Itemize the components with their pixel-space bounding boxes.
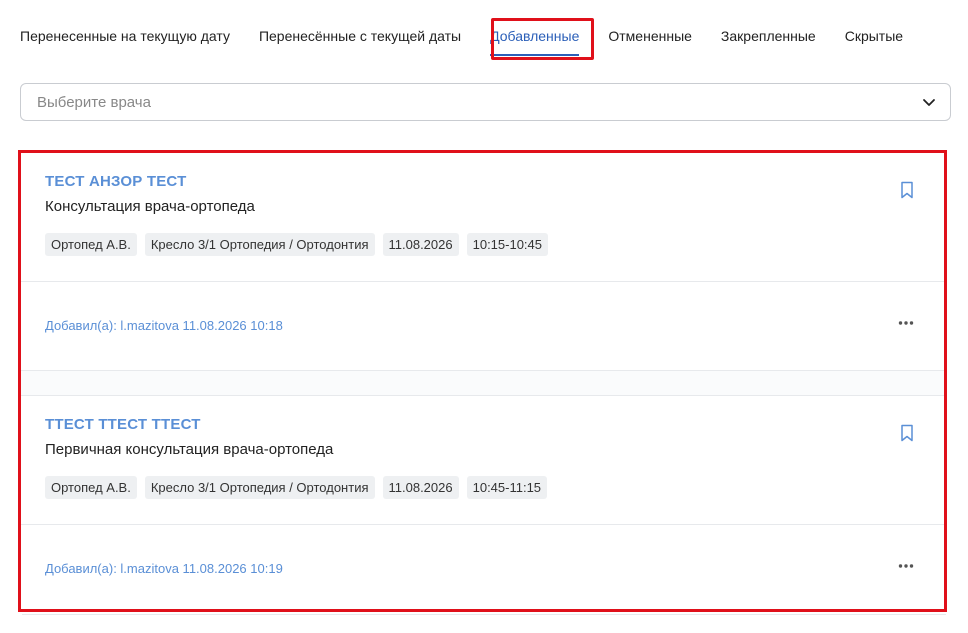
date-chip: 11.08.2026 xyxy=(382,233,459,256)
doctor-select[interactable]: Выберите врача xyxy=(20,83,951,121)
appointment-card: ТТЕСТ ТТЕСТ ТТЕСТ Первичная консультация… xyxy=(21,396,944,609)
service-name: Первичная консультация врача-ортопеда xyxy=(45,441,334,458)
added-by-text: Добавил(а): l.mazitova 11.08.2026 10:18 xyxy=(45,318,283,333)
appointments-list: ТЕСТ АНЗОР ТЕСТ Консультация врача-ортоп… xyxy=(18,150,947,612)
tab-pinned[interactable]: Закрепленные xyxy=(721,20,816,52)
patient-name[interactable]: ТТЕСТ ТТЕСТ ТТЕСТ xyxy=(45,416,201,433)
bookmark-icon[interactable] xyxy=(900,424,914,442)
tab-moved-to-today[interactable]: Перенесенные на текущую дату xyxy=(20,20,230,52)
bookmark-icon[interactable] xyxy=(900,181,914,199)
tab-hidden[interactable]: Скрытые xyxy=(845,20,903,52)
doctor-chip: Ортопед А.В. xyxy=(45,233,137,256)
tab-moved-from-today[interactable]: Перенесённые с текущей даты xyxy=(259,20,461,52)
appointment-card: ТЕСТ АНЗОР ТЕСТ Консультация врача-ортоп… xyxy=(21,153,944,370)
time-chip: 10:45-11:15 xyxy=(466,476,548,499)
chevron-down-icon xyxy=(923,99,935,106)
time-chip: 10:15-10:45 xyxy=(466,233,549,256)
more-options-icon[interactable] xyxy=(898,320,914,326)
card-divider xyxy=(21,370,944,396)
doctor-select-placeholder: Выберите врача xyxy=(37,93,151,111)
appointment-card-header: ТЕСТ АНЗОР ТЕСТ Консультация врача-ортоп… xyxy=(21,153,944,282)
chair-chip: Кресло 3/1 Ортопедия / Ортодонтия xyxy=(144,233,375,256)
date-chip: 11.08.2026 xyxy=(382,476,459,499)
bottom-divider xyxy=(22,614,946,615)
tab-bar: Перенесенные на текущую дату Перенесённы… xyxy=(20,14,968,58)
more-options-icon[interactable] xyxy=(898,563,914,569)
appointment-card-footer: Добавил(а): l.mazitova 11.08.2026 10:18 xyxy=(21,282,944,370)
added-by-text: Добавил(а): l.mazitova 11.08.2026 10:19 xyxy=(45,561,283,576)
appointment-card-footer: Добавил(а): l.mazitova 11.08.2026 10:19 xyxy=(21,525,944,609)
appointment-chips: Ортопед А.В. Кресло 3/1 Ортопедия / Орто… xyxy=(45,476,555,499)
appointment-card-header: ТТЕСТ ТТЕСТ ТТЕСТ Первичная консультация… xyxy=(21,396,944,525)
tab-added[interactable]: Добавленные xyxy=(490,20,580,56)
chair-chip: Кресло 3/1 Ортопедия / Ортодонтия xyxy=(144,476,375,499)
appointment-chips: Ортопед А.В. Кресло 3/1 Ортопедия / Орто… xyxy=(45,233,556,256)
doctor-chip: Ортопед А.В. xyxy=(45,476,137,499)
service-name: Консультация врача-ортопеда xyxy=(45,198,255,215)
tab-cancelled[interactable]: Отмененные xyxy=(608,20,692,52)
patient-name[interactable]: ТЕСТ АНЗОР ТЕСТ xyxy=(45,173,186,190)
